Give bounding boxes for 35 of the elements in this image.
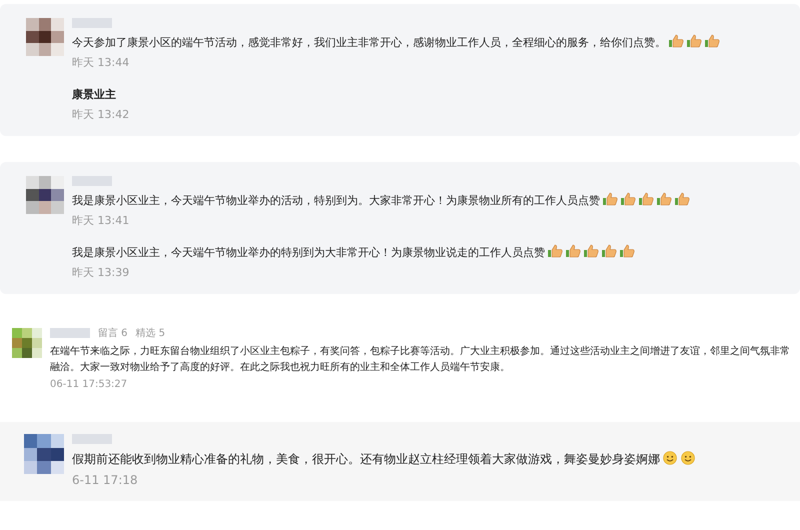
thumbs-up-icon	[565, 244, 581, 258]
thumbs-up-icon	[583, 244, 599, 258]
avatar-placeholder	[24, 434, 64, 474]
smiley-icon	[662, 451, 678, 466]
thumbs-up-icon	[602, 192, 618, 206]
avatar-placeholder	[26, 176, 64, 214]
comment-text: 今天参加了康景小区的端午节活动，感觉非常好，我们业主非常开心，感谢物业工作人员，全程细心的服务，给你们点赞。	[72, 34, 790, 52]
comment-text: 我是康景小区业主，今天端午节物业举办的活动，特别到为。大家非常开心！为康景物业所有的工作人员点赞	[72, 192, 790, 210]
comment-text: 我是康景小区业主，今天端午节物业举办的特别到为大非常开心！为康景物业说走的工作人员点赞	[72, 244, 790, 262]
thumbs-up-icon	[704, 34, 720, 48]
comment-time: 昨天 13:42	[72, 107, 130, 122]
thumbs-up-icon	[601, 244, 617, 258]
comment-time: 昨天 13:41	[72, 213, 130, 228]
thumbs-up-icon	[619, 244, 635, 258]
comment-text: 假期前还能收到物业精心准备的礼物，美食，很开心。还有物业赵立柱经理领着大家做游戏，舞姿曼妙身姿婀娜	[72, 450, 790, 469]
thumbs-up-icon	[638, 192, 654, 206]
comment-stat: 精选 5	[136, 326, 166, 340]
smiley-icon	[680, 451, 696, 466]
thumbs-up-icon	[656, 192, 672, 206]
thumbs-up-icon	[620, 192, 636, 206]
blurred-username	[72, 434, 112, 444]
comment-time: 昨天 13:44	[72, 55, 130, 70]
comment-text: 在端午节来临之际，力旺东留台物业组织了小区业主包粽子，有奖问答，包粽子比赛等活动。广大业主积极参加。通过这些活动业主之间增进了友谊，邻里之间气氛非常融洽。大家一致对物业给予了高度的好评。在此之际我也祝力旺所有的业主和全体工作人员端午节安康。	[50, 344, 790, 375]
comment-time: 昨天 13:39	[72, 265, 130, 280]
avatar-placeholder	[26, 18, 64, 56]
blurred-username	[50, 328, 90, 338]
avatar-placeholder	[12, 328, 42, 358]
thumbs-up-icon	[686, 34, 702, 48]
comment-text: 康景业主	[72, 87, 117, 104]
comment-time: 6-11 17:18	[72, 472, 139, 487]
comment-time: 06-11 17:53:27	[50, 379, 128, 390]
thumbs-up-icon	[668, 34, 684, 48]
thumbs-up-icon	[547, 244, 563, 258]
thumbs-up-icon	[674, 192, 690, 206]
comment-stat: 留言 6	[98, 326, 128, 340]
